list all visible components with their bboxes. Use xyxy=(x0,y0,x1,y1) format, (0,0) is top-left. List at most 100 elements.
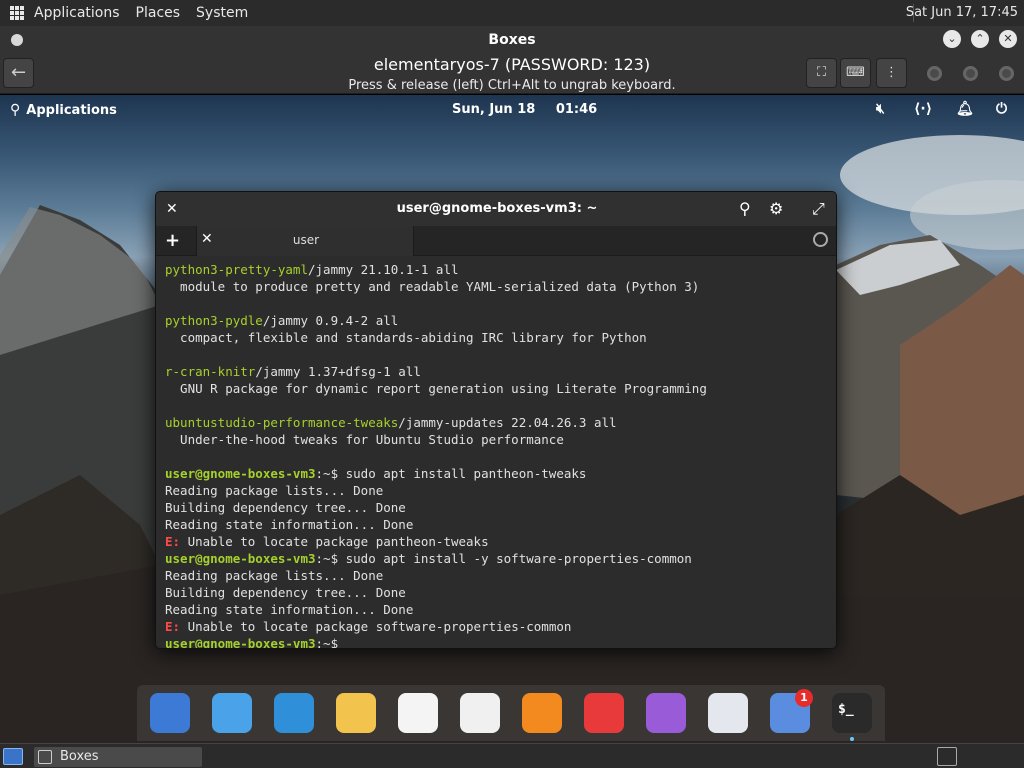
guest-time: 01:46 xyxy=(555,102,598,117)
output-text: GNU R package for dynamic report generat… xyxy=(165,381,707,396)
terminal-title: user@gnome-boxes-vm3: ~ xyxy=(396,201,598,216)
system-settings-icon[interactable] xyxy=(708,693,748,733)
new-tab-button[interactable]: + xyxy=(165,230,180,251)
tasks-icon[interactable] xyxy=(398,693,438,733)
gear-icon[interactable]: ⚙ xyxy=(769,199,783,218)
status-indicator-icon xyxy=(963,66,978,81)
package-name: python3-pretty-yaml xyxy=(165,262,308,277)
vm-display[interactable]: ⚲ Applications Sun, Jun 18 01:46 🔇︎ ⟨·⟩ … xyxy=(0,95,1024,743)
boxes-window-icon xyxy=(38,750,52,764)
keyboard-button[interactable]: ⌨ xyxy=(840,58,871,88)
history-icon[interactable] xyxy=(813,232,828,247)
shell-prompt: user@gnome-boxes-vm3 xyxy=(165,466,316,481)
terminal-line: Reading package lists... Done xyxy=(165,567,836,584)
guest-applications-label: Applications xyxy=(26,102,117,118)
terminal-window: ✕ user@gnome-boxes-vm3: ~ ⚲ ⚙ ⤢ + ✕ user… xyxy=(155,191,837,649)
error-prefix: E: xyxy=(165,534,181,549)
show-desktop-button[interactable] xyxy=(3,748,23,765)
boxes-window-header: Boxes ⌄ ⌃ ✕ ← elementaryos-7 (PASSWORD: … xyxy=(0,26,1024,94)
package-name: r-cran-knitr xyxy=(165,364,256,379)
package-info: /jammy 0.9.4-2 all xyxy=(262,313,399,328)
maximize-button[interactable]: ⌃ xyxy=(971,30,989,48)
power-icon[interactable]: ⏻ xyxy=(996,101,1007,117)
mail-icon[interactable] xyxy=(336,693,376,733)
multitasking-view-icon[interactable] xyxy=(150,693,190,733)
search-icon: ⚲ xyxy=(10,102,21,118)
running-indicator xyxy=(850,737,854,741)
shell-prompt: user@gnome-boxes-vm3 xyxy=(165,551,316,566)
package-info: /jammy-updates 22.04.26.3 all xyxy=(398,415,617,430)
terminal-line: ubuntustudio-performance-tweaks/jammy-up… xyxy=(165,414,836,431)
search-icon[interactable]: ⚲ xyxy=(739,199,751,218)
package-info: /jammy 1.37+dfsg-1 all xyxy=(255,364,421,379)
terminal-header: ✕ user@gnome-boxes-vm3: ~ ⚲ ⚙ ⤢ xyxy=(156,192,836,226)
output-text: Reading package lists... Done xyxy=(165,483,384,498)
terminal-line: E: Unable to locate package software-pro… xyxy=(165,618,836,635)
terminal-tab-bar: + ✕ user xyxy=(156,226,836,256)
terminal-line: compact, flexible and standards-abiding … xyxy=(165,329,836,346)
fullscreen-button[interactable]: ⛶ xyxy=(806,58,837,88)
terminal-line: Reading state information... Done xyxy=(165,516,836,533)
shell-command: :~$ xyxy=(315,636,346,649)
unmaximize-icon[interactable]: ⤢ xyxy=(812,199,825,219)
boxes-window-title: Boxes xyxy=(488,32,536,48)
guest-date: Sun, Jun 18 xyxy=(452,102,536,117)
output-text: Reading state information... Done xyxy=(165,517,414,532)
host-menu-applications[interactable]: Applications xyxy=(34,5,120,21)
app-grid-icon[interactable] xyxy=(10,6,24,20)
terminal-tab[interactable]: ✕ user xyxy=(196,226,414,256)
web-browser-icon[interactable] xyxy=(274,693,314,733)
status-indicator-icon xyxy=(999,66,1014,81)
taskbar-item-boxes[interactable]: Boxes xyxy=(34,747,202,767)
terminal-icon[interactable]: $_ xyxy=(832,693,872,741)
output-text: Reading state information... Done xyxy=(165,602,414,617)
terminal-line: Reading state information... Done xyxy=(165,601,836,618)
output-text: Reading package lists... Done xyxy=(165,568,384,583)
host-top-panel: Applications Places System Sat Jun 17, 1… xyxy=(0,0,1024,26)
error-prefix: E: xyxy=(165,619,181,634)
error-message: Unable to locate package software-proper… xyxy=(180,619,572,634)
package-name: python3-pydle xyxy=(165,313,263,328)
terminal-line: Reading package lists... Done xyxy=(165,482,836,499)
terminal-line: r-cran-knitr/jammy 1.37+dfsg-1 all xyxy=(165,363,836,380)
terminal-line: Building dependency tree... Done xyxy=(165,499,836,516)
close-window-button[interactable]: ✕ xyxy=(999,30,1017,48)
guest-applications-menu[interactable]: ⚲ Applications xyxy=(10,102,117,118)
terminal-line: Building dependency tree... Done xyxy=(165,584,836,601)
error-message: Unable to locate package pantheon-tweaks xyxy=(180,534,489,549)
guest-top-panel: ⚲ Applications Sun, Jun 18 01:46 🔇︎ ⟨·⟩ … xyxy=(0,95,1024,123)
notifications-icon[interactable]: 🔔︎ xyxy=(956,101,974,117)
update-count-badge: 1 xyxy=(795,689,813,707)
output-text: Building dependency tree... Done xyxy=(165,585,406,600)
terminal-line: user@gnome-boxes-vm3:~$ sudo apt install… xyxy=(165,550,836,567)
shell-prompt: user@gnome-boxes-vm3 xyxy=(165,636,316,649)
guest-datetime[interactable]: Sun, Jun 18 01:46 xyxy=(452,102,613,117)
host-menu-system[interactable]: System xyxy=(196,5,248,21)
calendar-icon[interactable] xyxy=(460,693,500,733)
terminal-line: python3-pydle/jammy 0.9.4-2 all xyxy=(165,312,836,329)
terminal-line: user@gnome-boxes-vm3:~$ xyxy=(165,635,836,649)
minimize-button[interactable]: ⌄ xyxy=(943,30,961,48)
network-icon[interactable]: ⟨·⟩ xyxy=(914,101,932,117)
workspace-switcher-icon[interactable] xyxy=(937,747,957,766)
appcenter-icon[interactable]: 1 xyxy=(770,689,813,733)
terminal-line: module to produce pretty and readable YA… xyxy=(165,278,836,295)
terminal-line: user@gnome-boxes-vm3:~$ sudo apt install… xyxy=(165,465,836,482)
host-clock[interactable]: Sat Jun 17, 17:45 xyxy=(906,5,1018,20)
terminal-output[interactable]: python3-pretty-yaml/jammy 21.10.1-1 all … xyxy=(156,256,836,649)
more-options-button[interactable]: ⋮ xyxy=(876,58,907,88)
videos-icon[interactable] xyxy=(584,693,624,733)
terminal-line: Under-the-hood tweaks for Ubuntu Studio … xyxy=(165,431,836,448)
output-text: Building dependency tree... Done xyxy=(165,500,406,515)
host-menu-places[interactable]: Places xyxy=(136,5,181,21)
photos-icon[interactable] xyxy=(646,693,686,733)
music-icon[interactable] xyxy=(522,693,562,733)
files-icon[interactable] xyxy=(212,693,252,733)
status-indicator-icon xyxy=(927,66,942,81)
shell-command: :~$ sudo apt install pantheon-tweaks xyxy=(315,466,587,481)
muted-speaker-icon[interactable]: 🔇︎ xyxy=(876,101,885,117)
terminal-glyph: $_ xyxy=(838,702,854,717)
